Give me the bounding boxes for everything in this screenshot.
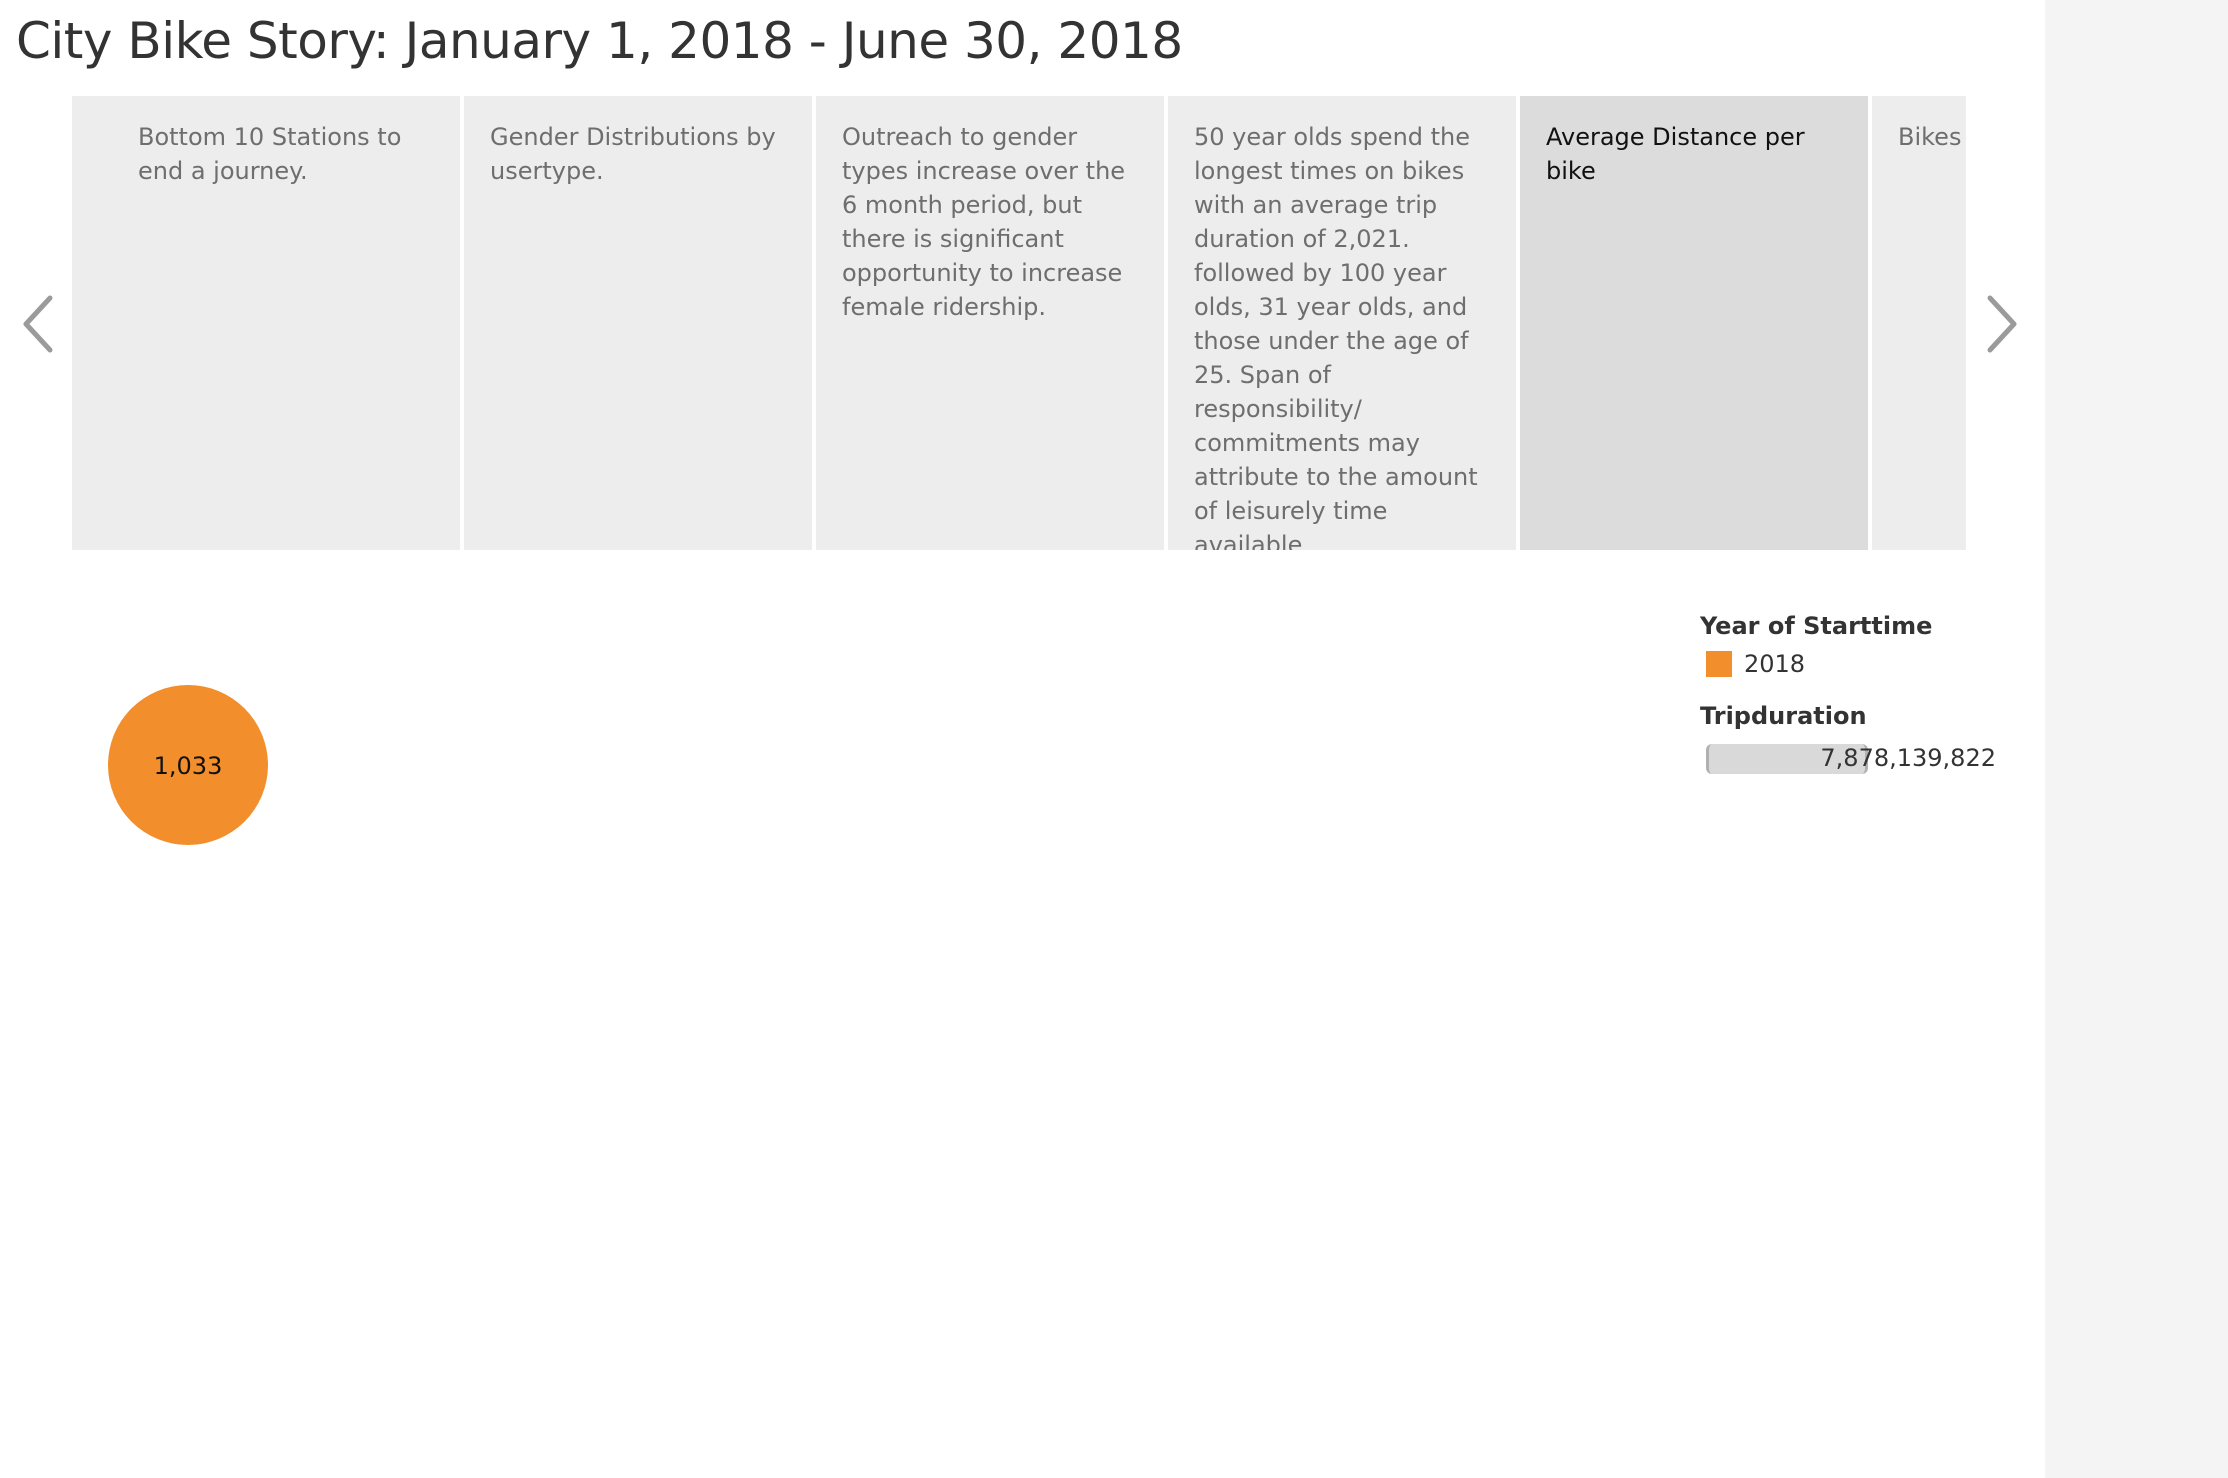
color-legend-title: Year of Starttime (1700, 612, 1933, 640)
legend-swatch (1706, 651, 1732, 677)
story-title: City Bike Story: January 1, 2018 - June … (16, 12, 1183, 70)
legend-panel: Year of Starttime 2018 Tripduration 7,87… (1700, 612, 2020, 780)
story-point-text: 50 year olds spend the longest times on … (1194, 123, 1478, 550)
bubble-label: 1,033 (154, 752, 223, 780)
story-point-4[interactable]: 50 year olds spend the longest times on … (1168, 96, 1516, 550)
story-point-2[interactable]: Gender Distributions by usertype. (464, 96, 812, 550)
story-points-list: Bottom 10 Stations to end a journey. Gen… (72, 96, 1966, 550)
story-point-text: Outreach to gender types increase over t… (842, 123, 1126, 321)
chevron-left-icon[interactable] (16, 290, 60, 358)
story-point-text: Average Distance per bike (1546, 123, 1805, 185)
story-point-text: Bottom 10 Stations to end a journey. (138, 123, 402, 185)
story-point-text: Gender Distributions by usertype. (490, 123, 776, 185)
story-point-3[interactable]: Outreach to gender types increase over t… (816, 96, 1164, 550)
story-point-1[interactable]: Bottom 10 Stations to end a journey. (112, 96, 460, 550)
story-point-text: Bikes usage the mo (1898, 123, 1966, 151)
size-legend-title: Tripduration (1700, 702, 1867, 730)
dashboard-area: City Bike Story: January 1, 2018 - June … (0, 0, 2045, 1478)
legend-item-label: 2018 (1744, 650, 1806, 678)
size-legend-value: 7,878,139,822 (1820, 744, 1996, 772)
right-gutter (2045, 0, 2228, 1478)
bubble-chart: 1,033 (60, 640, 1560, 1340)
story-navigator: Bottom 10 Stations to end a journey. Gen… (72, 96, 1966, 550)
chevron-right-icon[interactable] (1980, 290, 2024, 358)
story-point-6[interactable]: Bikes usage the mo (1872, 96, 1966, 550)
size-legend: 7,878,139,822 (1700, 740, 2000, 780)
bubble-chart-svg: 1,033 (108, 685, 268, 845)
story-point-5[interactable]: Average Distance per bike (1520, 96, 1868, 550)
page: City Bike Story: January 1, 2018 - June … (0, 0, 2228, 1478)
legend-item-2018[interactable]: 2018 (1706, 650, 2020, 678)
